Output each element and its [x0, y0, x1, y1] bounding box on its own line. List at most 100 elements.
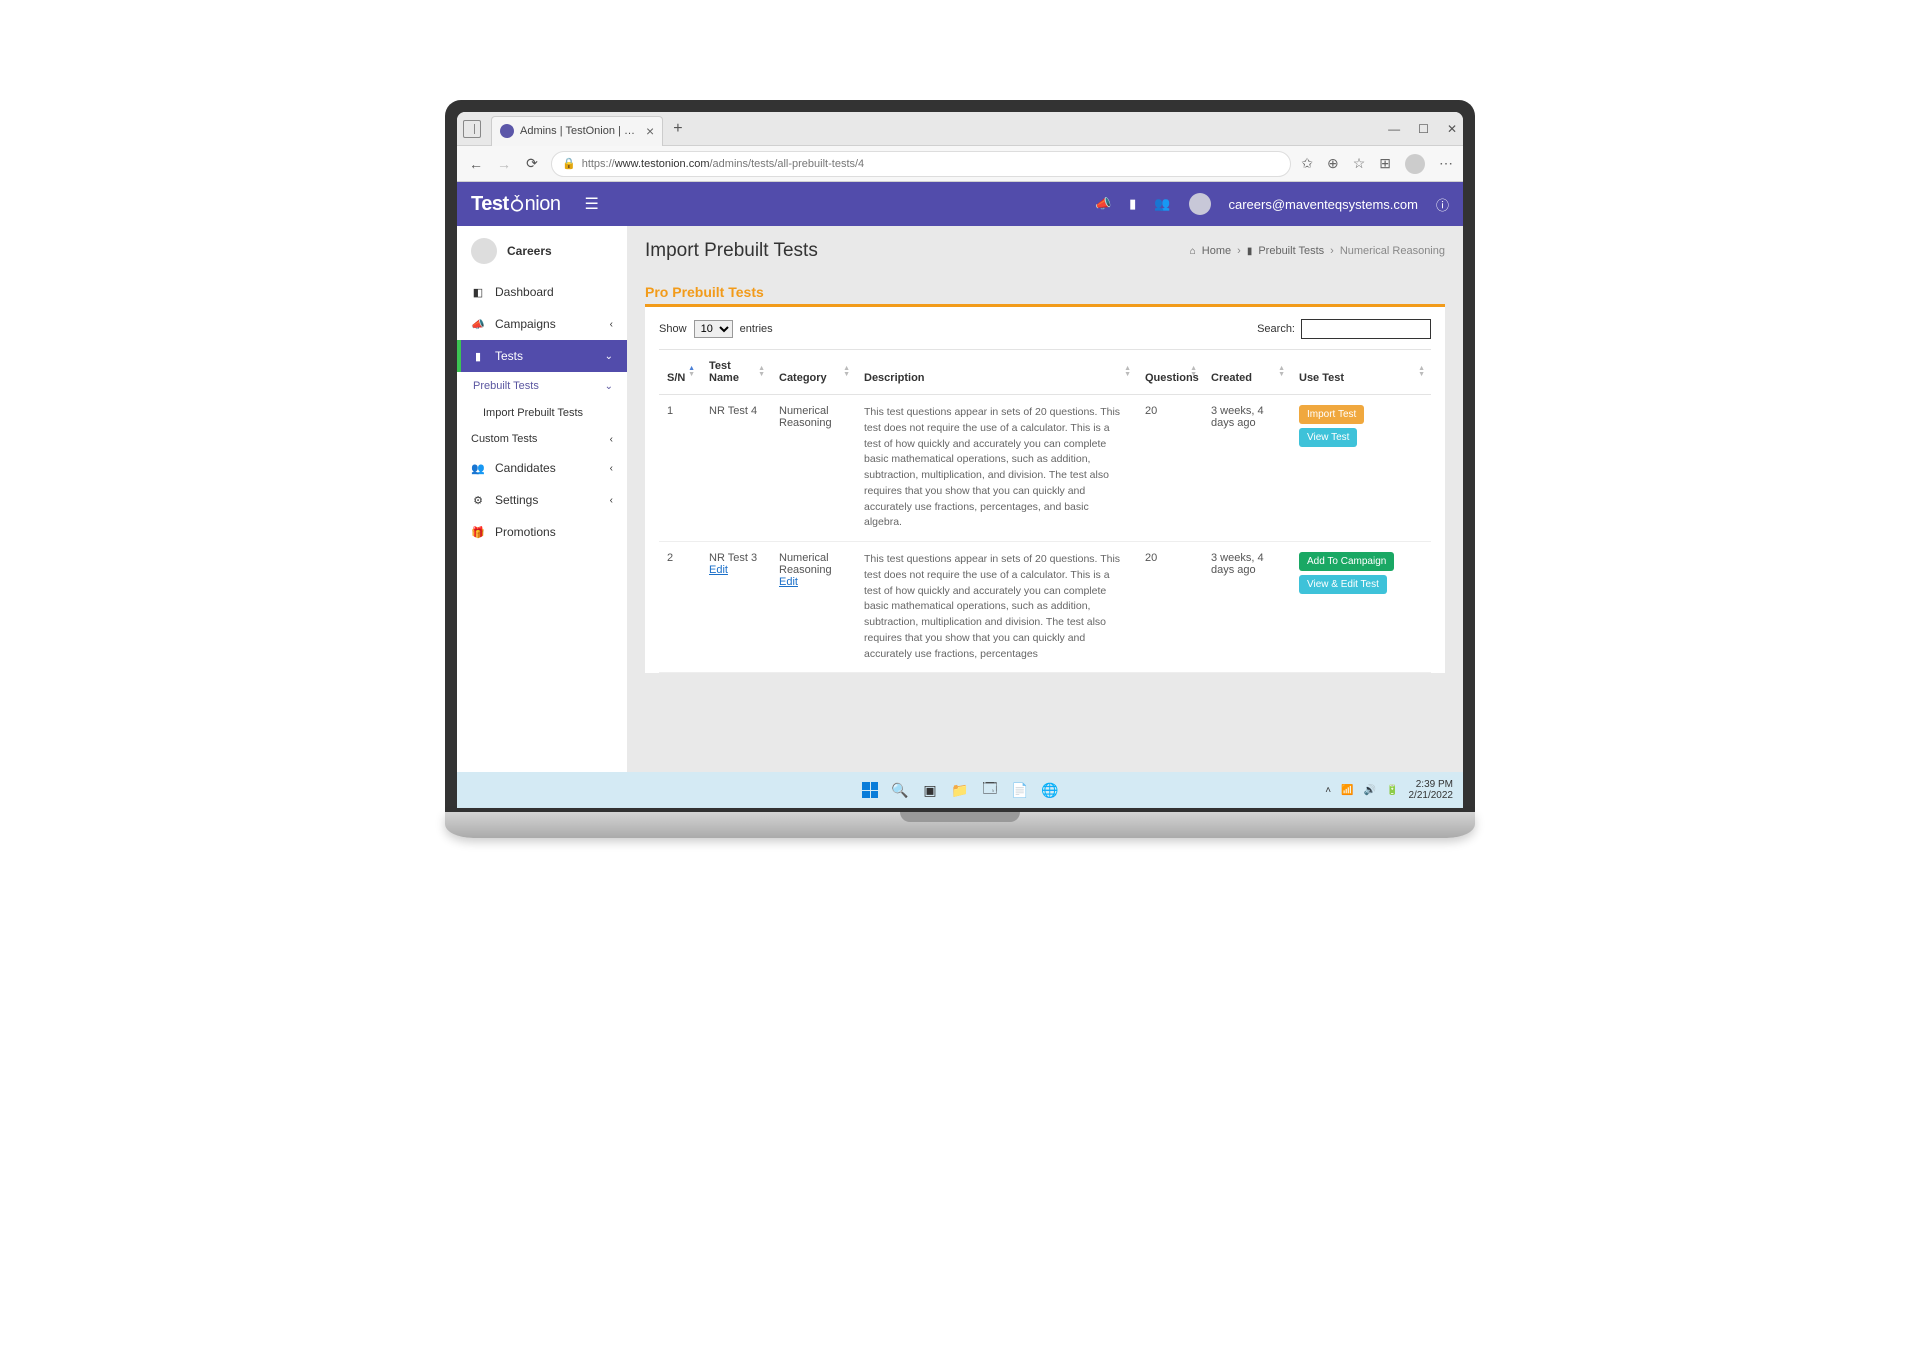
app-logo[interactable]: Test nion [471, 193, 560, 216]
action-button-2[interactable]: View & Edit Test [1299, 575, 1387, 594]
entries-select[interactable]: 10 [694, 320, 733, 338]
sidebar-item-campaigns[interactable]: 📣 Campaigns ‹ [457, 308, 627, 340]
search-input[interactable] [1301, 319, 1431, 339]
sidebar-sub-import-prebuilt-tests[interactable]: Import Prebuilt Tests [457, 400, 627, 426]
action-button-1[interactable]: Import Test [1299, 405, 1364, 424]
wifi-icon[interactable]: 📶 [1341, 785, 1353, 796]
user-avatar-icon[interactable] [1189, 193, 1211, 215]
cell-sn: 2 [659, 542, 701, 673]
system-clock[interactable]: 2:39 PM 2/21/2022 [1409, 779, 1454, 801]
cell-created: 3 weeks, 4 days ago [1203, 542, 1291, 673]
forward-button: → [495, 156, 513, 172]
onion-logo-icon [508, 195, 526, 213]
browser-tab[interactable]: Admins | TestOnion | Create and × [491, 116, 663, 146]
user-email[interactable]: careers@maventeqsystems.com [1229, 197, 1418, 212]
url-text: https://www.testonion.com/admins/tests/a… [582, 158, 864, 170]
chevron-left-icon: ‹ [610, 495, 613, 506]
cell-questions: 20 [1137, 542, 1203, 673]
table-row: 2 NR Test 3Edit Numerical ReasoningEdit … [659, 542, 1431, 673]
sidebar-item-candidates[interactable]: 👥 Candidates ‹ [457, 452, 627, 484]
book-icon[interactable]: ▮ [1129, 196, 1136, 212]
tab-title: Admins | TestOnion | Create and [520, 125, 640, 137]
edit-link[interactable]: Edit [709, 564, 728, 576]
cell-category: Numerical ReasoningEdit [771, 542, 856, 673]
col-questions[interactable]: Questions▲▼ [1137, 350, 1203, 395]
sidebar: Careers ◧ Dashboard 📣 Campaigns ‹ [457, 226, 627, 772]
crumb-prebuilt[interactable]: Prebuilt Tests [1258, 245, 1324, 257]
crumb-home[interactable]: Home [1202, 245, 1231, 257]
tray-chevron-icon[interactable]: ˄ [1325, 785, 1331, 796]
settings-icon: ⚙ [471, 494, 485, 507]
profile-avatar-icon[interactable] [1405, 154, 1425, 174]
start-menu-button[interactable] [859, 779, 881, 801]
action-button-2[interactable]: View Test [1299, 428, 1357, 447]
info-icon[interactable]: ⓘ [1436, 195, 1449, 214]
cell-sn: 1 [659, 395, 701, 542]
edit-link[interactable]: Edit [779, 576, 798, 588]
more-menu-icon[interactable]: ⋯ [1439, 155, 1453, 172]
cell-actions: Add To Campaign View & Edit Test [1291, 542, 1431, 673]
sidebar-item-dashboard[interactable]: ◧ Dashboard [457, 276, 627, 308]
window-close-button[interactable]: ✕ [1447, 122, 1457, 136]
tab-actions-icon[interactable] [463, 120, 481, 138]
file-explorer-icon[interactable]: 📁 [949, 779, 971, 801]
task-view-icon[interactable]: ▣ [919, 779, 941, 801]
search-icon[interactable]: 🔍 [889, 779, 911, 801]
col-use-test[interactable]: Use Test▲▼ [1291, 350, 1431, 395]
tests-icon: ▮ [471, 350, 485, 363]
chevron-left-icon: ‹ [610, 434, 613, 445]
col-created[interactable]: Created▲▼ [1203, 350, 1291, 395]
chevron-down-icon: ⌄ [605, 381, 613, 392]
favorites-icon[interactable]: ☆ [1353, 155, 1366, 172]
cell-name: NR Test 3Edit [701, 542, 771, 673]
lock-icon: 🔒 [562, 157, 576, 170]
cell-category: Numerical Reasoning [771, 395, 856, 542]
close-tab-icon[interactable]: × [646, 124, 654, 138]
col-sn[interactable]: S/N▲▼ [659, 350, 701, 395]
col-description[interactable]: Description▲▼ [856, 350, 1137, 395]
home-icon: ⌂ [1190, 246, 1196, 257]
book-icon: ▮ [1247, 246, 1253, 257]
sidebar-avatar-icon [471, 238, 497, 264]
search-label: Search: [1257, 323, 1295, 335]
announce-icon[interactable]: 📣 [1095, 196, 1111, 212]
window-minimize-button[interactable]: — [1388, 122, 1400, 136]
back-button[interactable]: ← [467, 156, 485, 172]
cell-questions: 20 [1137, 395, 1203, 542]
windows-taskbar: 🔍 ▣ 📁 🗔 📄 🌐 ˄ 📶 🔊 🔋 2:39 PM [457, 772, 1463, 808]
sidebar-sub-custom-tests[interactable]: Custom Tests ‹ [457, 426, 627, 452]
tracking-prevention-icon[interactable]: ✩ [1301, 155, 1313, 172]
sidebar-item-tests[interactable]: ▮ Tests ⌄ [457, 340, 627, 372]
edge-browser-icon[interactable]: 🌐 [1039, 779, 1061, 801]
volume-icon[interactable]: 🔊 [1364, 785, 1376, 796]
cell-name: NR Test 4 [701, 395, 771, 542]
users-icon[interactable]: 👥 [1154, 196, 1170, 212]
section-title: Pro Prebuilt Tests [645, 284, 1445, 300]
sidebar-item-promotions[interactable]: 🎁 Promotions [457, 516, 627, 548]
sidebar-sub-prebuilt-tests[interactable]: Prebuilt Tests ⌄ [457, 372, 627, 400]
hamburger-menu-button[interactable]: ☰ [584, 194, 598, 214]
browser-address-bar: ← → ⟳ 🔒 https://www.testonion.com/admins… [457, 146, 1463, 182]
sidebar-item-settings[interactable]: ⚙ Settings ‹ [457, 484, 627, 516]
browser-title-bar: Admins | TestOnion | Create and × + — ☐ … [457, 112, 1463, 146]
candidates-icon: 👥 [471, 462, 485, 475]
refresh-button[interactable]: ⟳ [523, 155, 541, 172]
extensions-icon[interactable]: ⊕ [1327, 155, 1339, 172]
action-button-1[interactable]: Add To Campaign [1299, 552, 1394, 571]
cell-created: 3 weeks, 4 days ago [1203, 395, 1291, 542]
app-icon[interactable]: 📄 [1009, 779, 1031, 801]
breadcrumb: ⌂ Home › ▮ Prebuilt Tests › Numerical Re… [1190, 245, 1445, 257]
battery-icon[interactable]: 🔋 [1386, 785, 1398, 796]
window-maximize-button[interactable]: ☐ [1418, 122, 1429, 136]
page-title: Import Prebuilt Tests [645, 240, 818, 262]
sidebar-user[interactable]: Careers [457, 226, 627, 276]
col-category[interactable]: Category▲▼ [771, 350, 856, 395]
url-input[interactable]: 🔒 https://www.testonion.com/admins/tests… [551, 151, 1291, 177]
new-tab-button[interactable]: + [673, 120, 682, 138]
app-header: Test nion ☰ 📣 ▮ 👥 careers@maventeqsystem… [457, 182, 1463, 226]
col-test-name[interactable]: Test Name▲▼ [701, 350, 771, 395]
chevron-left-icon: ‹ [610, 463, 613, 474]
calculator-icon[interactable]: 🗔 [979, 779, 1001, 801]
table-row: 1 NR Test 4 Numerical Reasoning This tes… [659, 395, 1431, 542]
collections-icon[interactable]: ⊞ [1379, 155, 1391, 172]
